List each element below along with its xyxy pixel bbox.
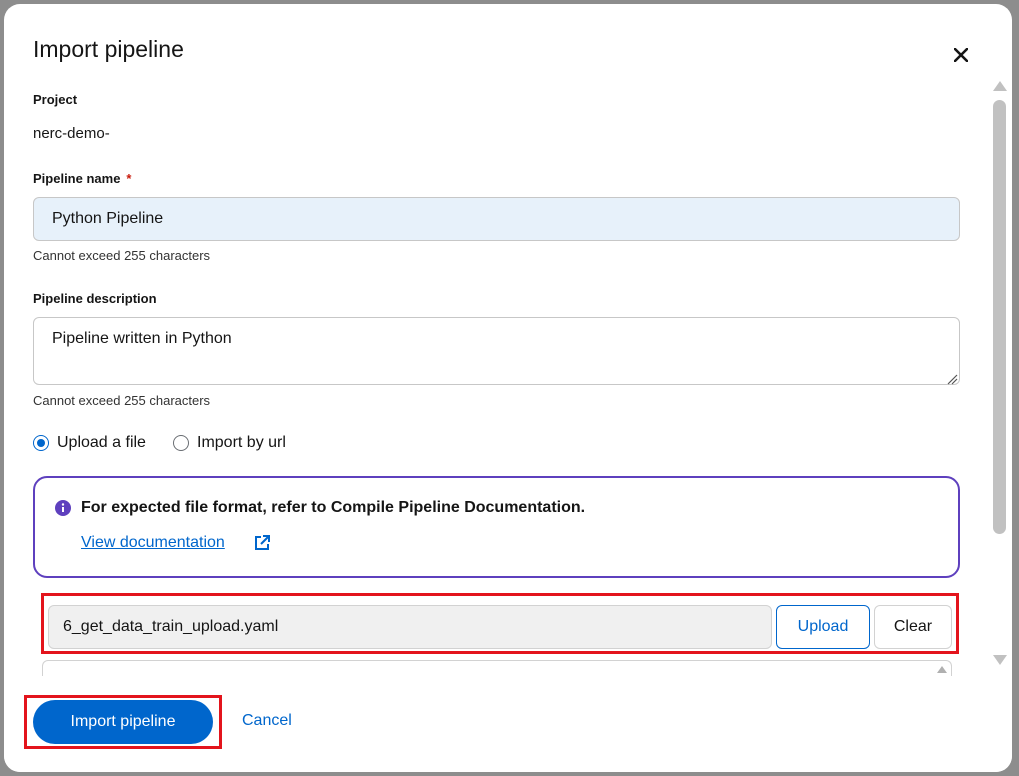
info-icon — [55, 500, 71, 516]
radio-upload-file[interactable]: Upload a file — [33, 434, 146, 452]
pipeline-description-helper: Cannot exceed 255 characters — [33, 393, 211, 408]
pipeline-name-input[interactable] — [33, 197, 960, 241]
resize-grip-icon[interactable] — [946, 373, 958, 385]
file-content-editor[interactable] — [42, 660, 952, 676]
pipeline-description-input[interactable]: Pipeline written in Python — [33, 317, 960, 385]
radio-import-url-control[interactable] — [173, 435, 189, 451]
scrollbar-thumb[interactable] — [993, 100, 1006, 534]
modal-title: Import pipeline — [33, 36, 184, 62]
pipeline-name-label: Pipeline name * — [33, 171, 131, 186]
filename-field[interactable] — [48, 605, 772, 649]
pipeline-name-label-text: Pipeline name — [33, 171, 121, 186]
modal-body[interactable]: Project nerc-demo- Pipeline name * Cannot… — [4, 84, 1012, 676]
import-pipeline-modal: Import pipeline Project nerc-demo- Pipel… — [4, 4, 1012, 772]
view-documentation-link[interactable]: View documentation — [81, 534, 225, 552]
radio-upload-file-label: Upload a file — [57, 434, 146, 451]
pipeline-description-label: Pipeline description — [33, 291, 157, 306]
alert-title: For expected file format, refer to Compi… — [81, 499, 586, 516]
import-button-highlight: Import pipeline — [24, 695, 222, 749]
close-icon — [954, 48, 968, 62]
required-mark: * — [126, 171, 132, 186]
project-label: Project — [33, 92, 78, 107]
modal-scrollbar[interactable] — [990, 80, 1010, 670]
external-link-icon[interactable] — [253, 534, 271, 552]
upload-button[interactable]: Upload — [776, 605, 870, 649]
scroll-up-arrow-icon[interactable] — [937, 665, 947, 673]
radio-import-url-label: Import by url — [197, 434, 286, 451]
scrollbar-up-arrow-icon[interactable] — [993, 80, 1007, 92]
file-upload-highlight: Upload Clear — [41, 593, 959, 654]
close-button[interactable] — [948, 42, 974, 68]
info-alert: For expected file format, refer to Compi… — [33, 476, 960, 578]
import-pipeline-button[interactable]: Import pipeline — [33, 700, 213, 744]
clear-button[interactable]: Clear — [874, 605, 952, 649]
cancel-button[interactable]: Cancel — [242, 712, 292, 730]
project-value: nerc-demo- — [33, 125, 110, 142]
modal-footer: Import pipeline Cancel — [4, 676, 1012, 772]
scrollbar-down-arrow-icon[interactable] — [993, 654, 1007, 666]
pipeline-name-helper: Cannot exceed 255 characters — [33, 248, 211, 263]
radio-upload-file-control[interactable] — [33, 435, 49, 451]
radio-import-url[interactable]: Import by url — [173, 434, 286, 452]
